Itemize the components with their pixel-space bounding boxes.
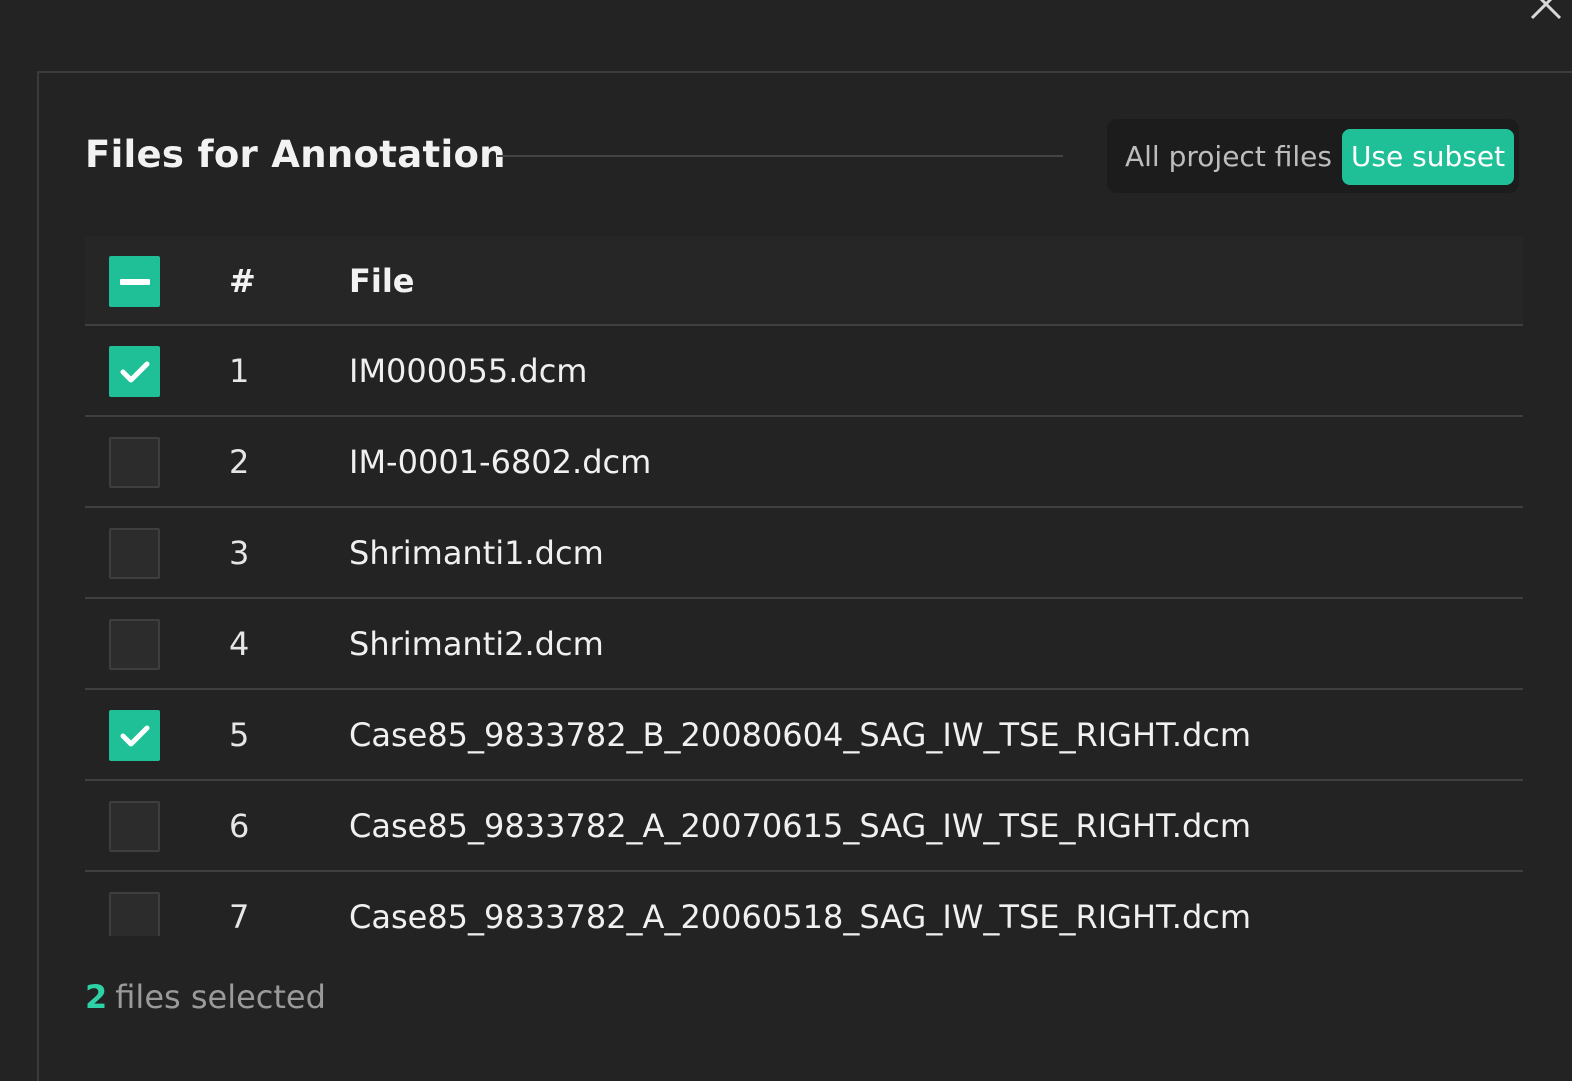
check-icon bbox=[120, 725, 150, 747]
file-scope-toggle: All project files Use subset bbox=[1107, 119, 1519, 193]
panel-header: Files for Annotation All project files U… bbox=[85, 119, 1519, 193]
page-title: Files for Annotation bbox=[85, 133, 506, 176]
select-all-checkbox[interactable] bbox=[109, 256, 160, 307]
row-checkbox[interactable] bbox=[109, 437, 160, 488]
row-checkbox[interactable] bbox=[109, 346, 160, 397]
table-row[interactable]: 6 Case85_9833782_A_20070615_SAG_IW_TSE_RI… bbox=[85, 781, 1523, 872]
selected-count: 2 bbox=[85, 978, 108, 1016]
table-body: 1 IM000055.dcm 2 IM-0001-6802.dcm 3 Shrimanti… bbox=[85, 326, 1523, 936]
row-number: 3 bbox=[229, 534, 250, 572]
row-file-name: Shrimanti1.dcm bbox=[349, 534, 604, 572]
close-button[interactable] bbox=[1526, 0, 1566, 24]
table-row[interactable]: 3 Shrimanti1.dcm bbox=[85, 508, 1523, 599]
row-number: 6 bbox=[229, 807, 250, 845]
close-icon bbox=[1530, 0, 1562, 20]
row-number: 2 bbox=[229, 443, 250, 481]
all-project-files-option[interactable]: All project files bbox=[1125, 129, 1332, 185]
table-row[interactable]: 1 IM000055.dcm bbox=[85, 326, 1523, 417]
files-panel: Files for Annotation All project files U… bbox=[37, 71, 1572, 1081]
files-table: # File 1 IM000055.dcm 2 IM-0001-6802.dcm 3 Sh… bbox=[85, 236, 1523, 936]
table-row[interactable]: 7 Case85_9833782_A_20060518_SAG_IW_TSE_RI… bbox=[85, 872, 1523, 936]
row-checkbox[interactable] bbox=[109, 801, 160, 852]
row-file-name: Case85_9833782_A_20070615_SAG_IW_TSE_RIG… bbox=[349, 807, 1252, 845]
table-row[interactable]: 2 IM-0001-6802.dcm bbox=[85, 417, 1523, 508]
title-divider bbox=[497, 155, 1063, 157]
column-header-file: File bbox=[349, 262, 415, 300]
table-header: # File bbox=[85, 236, 1523, 326]
row-file-name: IM000055.dcm bbox=[349, 352, 588, 390]
minus-icon bbox=[120, 279, 150, 285]
row-file-name: Shrimanti2.dcm bbox=[349, 625, 604, 663]
row-checkbox[interactable] bbox=[109, 710, 160, 761]
row-number: 7 bbox=[229, 898, 250, 936]
row-file-name: Case85_9833782_A_20060518_SAG_IW_TSE_RIG… bbox=[349, 898, 1252, 936]
row-checkbox[interactable] bbox=[109, 528, 160, 579]
row-checkbox[interactable] bbox=[109, 619, 160, 670]
row-file-name: Case85_9833782_B_20080604_SAG_IW_TSE_RIG… bbox=[349, 716, 1252, 754]
use-subset-option[interactable]: Use subset bbox=[1342, 129, 1514, 185]
check-icon bbox=[120, 361, 150, 383]
row-number: 4 bbox=[229, 625, 250, 663]
column-header-number: # bbox=[229, 262, 256, 300]
row-file-name: IM-0001-6802.dcm bbox=[349, 443, 652, 481]
selection-summary: 2 files selected bbox=[85, 978, 326, 1016]
table-row[interactable]: 5 Case85_9833782_B_20080604_SAG_IW_TSE_RI… bbox=[85, 690, 1523, 781]
table-row[interactable]: 4 Shrimanti2.dcm bbox=[85, 599, 1523, 690]
selected-label: files selected bbox=[115, 978, 326, 1016]
row-number: 5 bbox=[229, 716, 250, 754]
row-checkbox[interactable] bbox=[109, 892, 160, 936]
row-number: 1 bbox=[229, 352, 250, 390]
